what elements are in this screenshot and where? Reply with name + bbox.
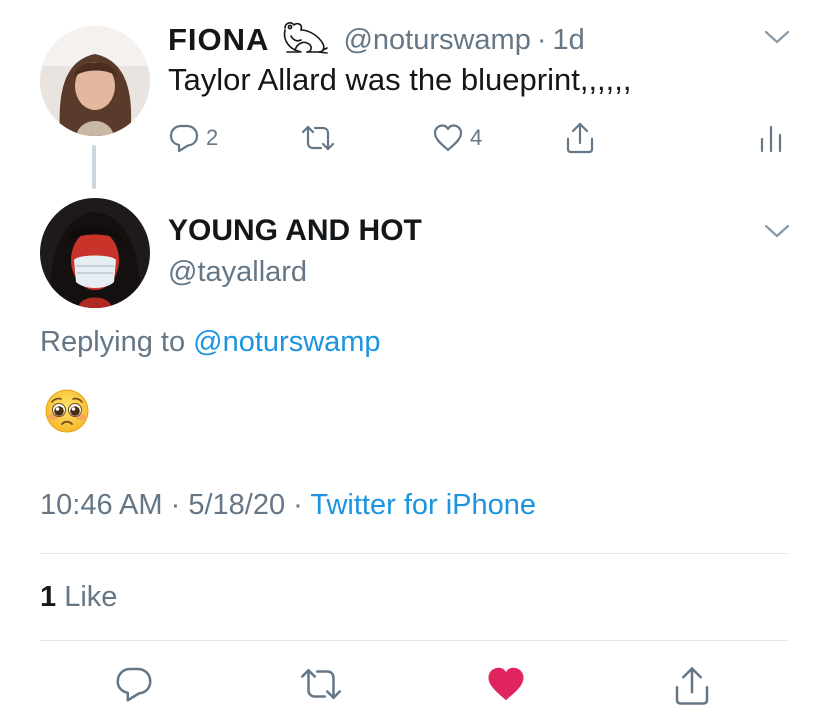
main-display-name[interactable]: YOUNG AND HOT	[168, 214, 422, 248]
frog-icon	[279, 18, 331, 63]
share-button[interactable]	[564, 118, 596, 158]
retweet-icon	[301, 125, 335, 151]
retweet-icon	[301, 669, 341, 699]
share-icon	[566, 122, 594, 154]
separator: ·	[536, 23, 547, 56]
tweet-source-link[interactable]: Twitter for iPhone	[310, 489, 536, 521]
parent-header: FIONA @noturswamp · 1d	[168, 21, 585, 58]
pleading-face-emoji	[44, 388, 90, 439]
thread-connector	[92, 145, 96, 189]
main-handle[interactable]: @tayallard	[168, 256, 307, 289]
like-button[interactable]: 4	[432, 118, 482, 158]
replying-handle-link[interactable]: @noturswamp	[193, 326, 380, 358]
parent-tweet-text: Taylor Allard was the blueprint,,,,,,	[168, 62, 632, 97]
divider	[40, 553, 788, 554]
like-button[interactable]	[486, 664, 526, 709]
replying-prefix: Replying to	[40, 326, 186, 358]
retweet-button[interactable]	[298, 664, 344, 709]
like-icon	[433, 124, 463, 152]
retweet-button[interactable]	[300, 118, 336, 158]
separator: ·	[293, 489, 303, 521]
likes-count: 1	[40, 581, 57, 613]
tweet-date[interactable]: 5/18/20	[188, 489, 285, 521]
share-icon	[675, 667, 709, 705]
like-count: 4	[470, 125, 483, 150]
chevron-down-icon[interactable]	[764, 28, 790, 46]
reply-icon	[116, 667, 152, 702]
divider	[40, 640, 788, 641]
likes-summary[interactable]: 1 Like	[40, 581, 117, 614]
parent-avatar[interactable]	[40, 26, 150, 136]
chevron-down-icon[interactable]	[764, 222, 790, 240]
parent-time-ago[interactable]: 1d	[553, 24, 585, 57]
parent-display-name[interactable]: FIONA	[168, 22, 269, 58]
tweet-time[interactable]: 10:46 AM	[40, 489, 163, 521]
main-action-bar	[0, 664, 828, 712]
reply-button[interactable]: 2	[168, 118, 218, 158]
liked-heart-icon	[488, 667, 524, 701]
tweet-meta: 10:46 AM · 5/18/20 · Twitter for iPhone	[40, 489, 536, 522]
analytics-icon	[760, 125, 782, 153]
analytics-button[interactable]	[758, 118, 784, 158]
replying-to: Replying to @noturswamp	[40, 326, 381, 359]
likes-label: Like	[64, 581, 118, 613]
share-button[interactable]	[672, 664, 712, 713]
separator: ·	[170, 489, 181, 521]
reply-button[interactable]	[114, 664, 154, 709]
parent-action-bar: 2 4	[168, 118, 788, 158]
main-avatar[interactable]	[40, 198, 150, 308]
reply-count: 2	[206, 125, 219, 150]
reply-icon	[169, 124, 199, 153]
parent-handle[interactable]: @noturswamp	[343, 24, 530, 57]
